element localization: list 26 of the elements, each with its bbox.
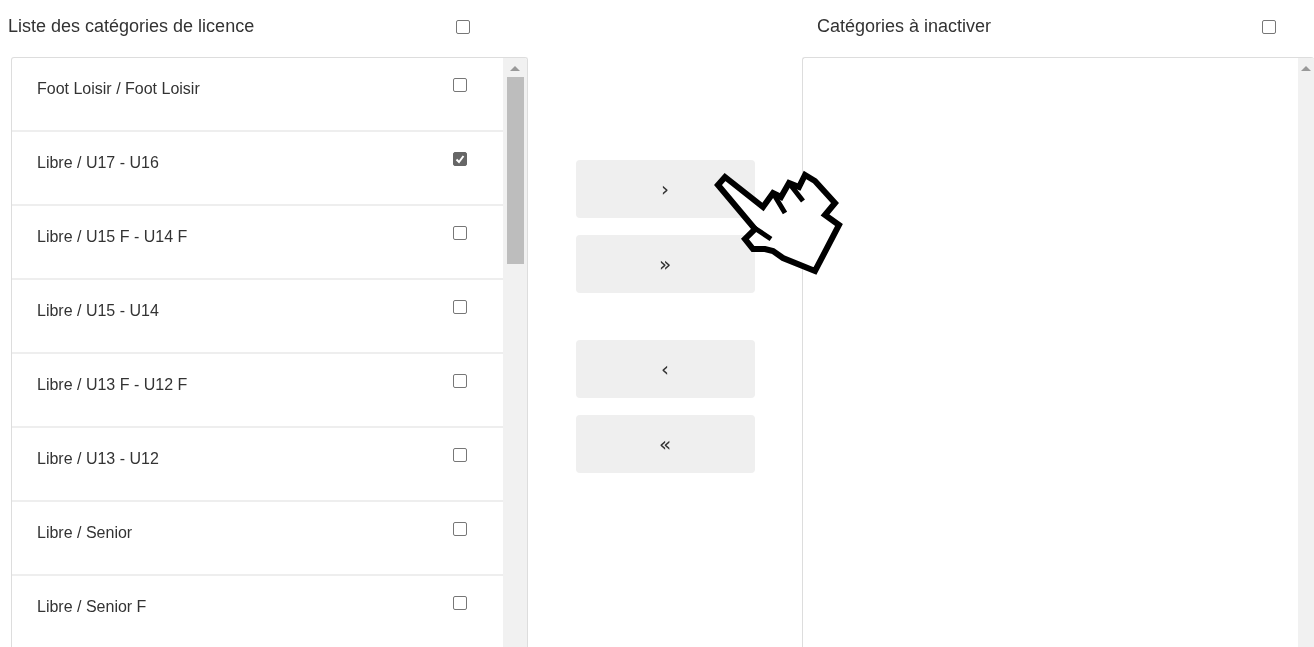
move-all-right-button[interactable]: »: [575, 235, 755, 293]
select-all-checkbox[interactable]: [456, 19, 470, 34]
item-checkbox[interactable]: [453, 596, 467, 610]
item-checkbox[interactable]: [453, 78, 467, 92]
scrollbar[interactable]: [1298, 58, 1314, 647]
item-label: Foot Loisir / Foot Loisir: [37, 80, 200, 98]
item-label: Libre / U15 F - U14 F: [37, 228, 188, 246]
item-label: Libre / U13 F - U12 F: [37, 376, 188, 394]
item-checkbox[interactable]: [453, 374, 467, 388]
panel-title: Liste des catégories de licence: [8, 16, 255, 37]
item-checkbox[interactable]: [453, 448, 467, 462]
scrollbar[interactable]: [503, 58, 527, 647]
item-label: Libre / U15 - U14: [37, 302, 159, 320]
item-checkbox[interactable]: [453, 226, 467, 240]
item-label: Libre / Senior F: [37, 598, 147, 616]
item-label: Libre / U13 - U12: [37, 450, 159, 468]
item-checkbox[interactable]: [453, 152, 467, 166]
move-left-button[interactable]: ‹: [575, 340, 755, 398]
panel-title: Catégories à inactiver: [817, 16, 992, 37]
item-label: Libre / Senior: [37, 524, 133, 542]
select-all-checkbox[interactable]: [1262, 19, 1276, 34]
move-right-button[interactable]: ›: [575, 160, 755, 218]
item-checkbox[interactable]: [453, 522, 467, 536]
item-label: Libre / U17 - U16: [37, 154, 159, 172]
item-checkbox[interactable]: [453, 300, 467, 314]
move-all-left-button[interactable]: «: [575, 415, 755, 473]
